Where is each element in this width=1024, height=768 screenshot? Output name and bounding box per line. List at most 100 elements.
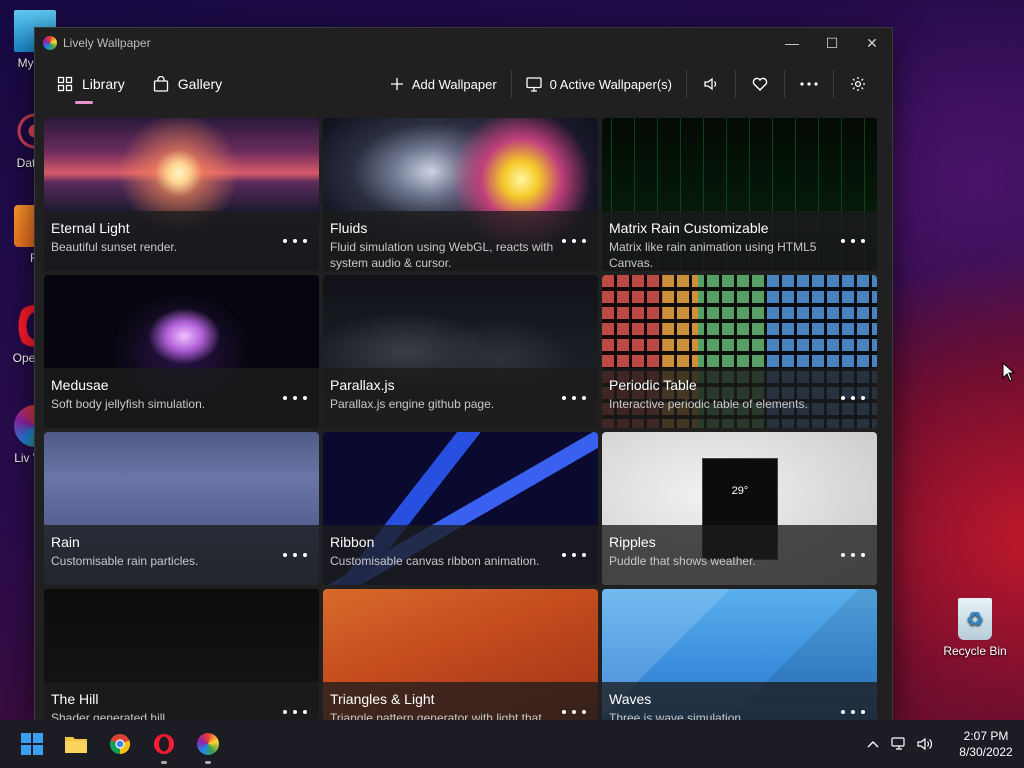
wallpaper-info: Ripples Puddle that shows weather.	[602, 525, 877, 585]
active-wallpapers-button[interactable]: 0 Active Wallpaper(s)	[514, 67, 684, 101]
wallpaper-more-button[interactable]	[841, 392, 865, 404]
windows-logo-icon	[21, 733, 43, 755]
start-button[interactable]	[10, 720, 54, 768]
plus-icon	[390, 77, 404, 91]
wallpaper-title: Triangles & Light	[330, 691, 435, 707]
heart-icon	[752, 77, 768, 91]
settings-button[interactable]	[836, 67, 880, 101]
wallpaper-card-ribbon[interactable]: Ribbon Customisable canvas ribbon animat…	[323, 432, 598, 585]
tab-gallery[interactable]: Gallery	[147, 66, 228, 102]
wallpaper-info: Ribbon Customisable canvas ribbon animat…	[323, 525, 598, 585]
toolbar-divider	[833, 70, 834, 98]
wallpaper-title: Parallax.js	[330, 377, 395, 393]
tab-library[interactable]: Library	[51, 66, 131, 104]
wallpaper-description: Customisable rain particles.	[51, 554, 199, 568]
weather-temperature: 29°	[731, 485, 749, 497]
taskbar-chrome[interactable]	[98, 720, 142, 768]
taskbar-file-explorer[interactable]	[54, 720, 98, 768]
wallpaper-info: Triangles & Light Triangle pattern gener…	[323, 682, 598, 720]
close-button[interactable]: ✕	[852, 28, 892, 58]
add-wallpaper-label: Add Wallpaper	[411, 76, 497, 92]
tab-library-label: Library	[82, 76, 125, 92]
maximize-button[interactable]: ☐	[812, 28, 852, 58]
wallpaper-more-button[interactable]	[841, 235, 865, 247]
toolbar-divider	[784, 70, 785, 98]
wallpaper-description: Interactive periodic table of elements.	[609, 397, 808, 411]
wallpaper-card-fluids[interactable]: Fluids Fluid simulation using WebGL, rea…	[323, 118, 598, 271]
wallpaper-description: Beautiful sunset render.	[51, 240, 178, 254]
wallpaper-more-button[interactable]	[283, 235, 307, 247]
toolbar-divider	[735, 70, 736, 98]
lively-logo-icon	[43, 36, 57, 50]
wallpaper-title: Fluids	[330, 220, 368, 236]
wallpaper-info: Parallax.js Parallax.js engine github pa…	[323, 368, 598, 428]
folder-icon	[65, 737, 87, 753]
wallpaper-info: Matrix Rain Customizable Matrix like rai…	[602, 211, 877, 271]
gear-icon	[851, 77, 865, 91]
toolbar: Library Gallery Add Wallpaper 0 Active W…	[35, 58, 892, 110]
toolbar-divider	[686, 70, 687, 98]
wallpaper-info: Periodic Table Interactive periodic tabl…	[602, 368, 877, 428]
wallpaper-description: Fluid simulation using WebGL, reacts wit…	[330, 240, 554, 270]
wallpaper-card-medusae[interactable]: Medusae Soft body jellyfish simulation.	[44, 275, 319, 428]
wallpaper-title: The Hill	[51, 691, 99, 707]
desktop-icon-recycle-bin[interactable]: ♻ Recycle Bin	[940, 598, 1010, 658]
wallpaper-card-parallax[interactable]: Parallax.js Parallax.js engine github pa…	[323, 275, 598, 428]
wallpaper-description: Customisable canvas ribbon animation.	[330, 554, 540, 568]
window-title: Lively Wallpaper	[63, 36, 151, 50]
clock-date: 8/30/2022	[959, 745, 1013, 759]
wallpaper-more-button[interactable]	[562, 706, 586, 718]
wallpaper-title: Matrix Rain Customizable	[609, 220, 769, 236]
wallpaper-card-the-hill[interactable]: The Hill Shader generated hill.	[44, 589, 319, 720]
wallpaper-card-triangles-light[interactable]: Triangles & Light Triangle pattern gener…	[323, 589, 598, 720]
system-tray: 2:07 PM 8/30/2022	[860, 720, 1024, 768]
network-button[interactable]	[886, 737, 912, 751]
add-wallpaper-button[interactable]: Add Wallpaper	[378, 67, 509, 101]
speaker-icon	[704, 77, 717, 91]
toolbar-divider	[510, 70, 512, 98]
network-icon	[891, 737, 905, 750]
wallpaper-card-matrix-rain[interactable]: Matrix Rain Customizable Matrix like rai…	[602, 118, 877, 271]
minimize-button[interactable]: —	[772, 28, 812, 58]
more-horizontal-icon	[800, 82, 818, 86]
wallpaper-title: Medusae	[51, 377, 109, 393]
wallpaper-title: Ribbon	[330, 534, 375, 550]
volume-tray-button[interactable]	[912, 737, 938, 751]
clock-time: 2:07 PM	[963, 729, 1009, 743]
taskbar-opera[interactable]	[142, 720, 186, 768]
wallpaper-title: Periodic Table	[609, 377, 697, 393]
more-options-button[interactable]	[787, 67, 831, 101]
chrome-icon	[109, 734, 131, 755]
show-hidden-icons-button[interactable]	[860, 740, 886, 748]
wallpaper-more-button[interactable]	[841, 706, 865, 718]
wallpaper-card-waves[interactable]: Waves Three.js wave simulation.	[602, 589, 877, 720]
wallpaper-title: Ripples	[609, 534, 656, 550]
wallpaper-more-button[interactable]	[562, 235, 586, 247]
wallpaper-more-button[interactable]	[283, 706, 307, 718]
wallpaper-title: Eternal Light	[51, 220, 130, 236]
volume-button[interactable]	[689, 67, 733, 101]
wallpaper-more-button[interactable]	[562, 549, 586, 561]
wallpaper-card-eternal-light[interactable]: Eternal Light Beautiful sunset render.	[44, 118, 319, 271]
wallpaper-more-button[interactable]	[562, 392, 586, 404]
opera-icon	[154, 734, 174, 754]
taskbar-lively[interactable]	[186, 720, 230, 768]
wallpaper-title: Rain	[51, 534, 80, 550]
wallpaper-info: Rain Customisable rain particles.	[44, 525, 319, 585]
wallpaper-card-rain[interactable]: Rain Customisable rain particles.	[44, 432, 319, 585]
wallpaper-more-button[interactable]	[283, 392, 307, 404]
wallpaper-title: Waves	[609, 691, 652, 707]
monitor-icon	[526, 76, 542, 92]
wallpaper-more-button[interactable]	[841, 549, 865, 561]
wallpaper-card-ripples[interactable]: 29° Ripples Puddle that shows weather.	[602, 432, 877, 585]
taskbar-clock[interactable]: 2:07 PM 8/30/2022	[948, 728, 1024, 760]
chevron-up-icon	[867, 741, 879, 748]
favorites-button[interactable]	[738, 67, 782, 101]
desktop-icon-label: Recycle Bin	[943, 644, 1007, 658]
lively-wallpaper-window: Lively Wallpaper — ☐ ✕ Library Gallery A…	[34, 27, 893, 721]
wallpaper-more-button[interactable]	[283, 549, 307, 561]
wallpaper-card-periodic-table[interactable]: Periodic Table Interactive periodic tabl…	[602, 275, 877, 428]
grid-icon	[57, 76, 73, 92]
wallpaper-info: The Hill Shader generated hill.	[44, 682, 319, 720]
title-bar[interactable]: Lively Wallpaper — ☐ ✕	[35, 28, 892, 58]
